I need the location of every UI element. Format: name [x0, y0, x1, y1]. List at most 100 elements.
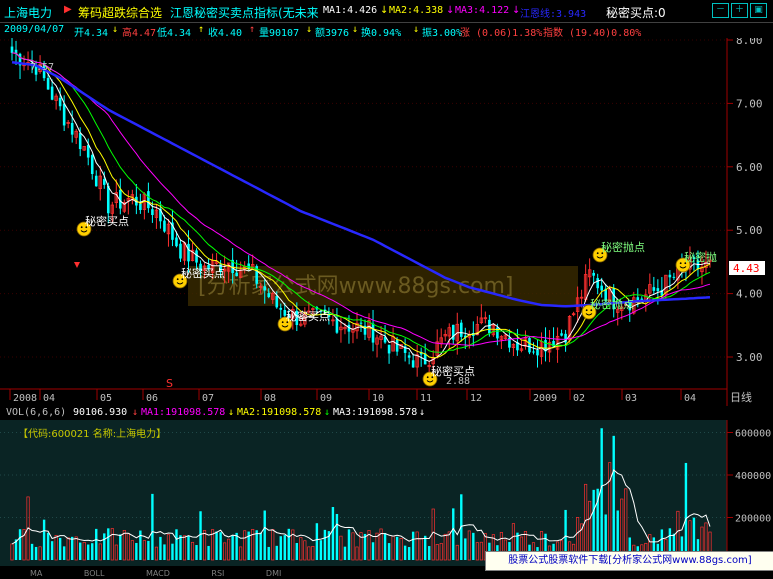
vol-value: 90106.930	[73, 407, 128, 418]
candle-body	[600, 285, 603, 291]
smiley-eye	[585, 309, 588, 312]
arrow-down-icon: ↓	[228, 407, 235, 418]
arrow-down-icon: ↓	[380, 5, 389, 16]
volume-bar	[600, 428, 603, 560]
candle-body	[275, 295, 279, 308]
volume-bar	[407, 547, 411, 560]
candle-body	[387, 344, 391, 354]
volume-bar	[103, 533, 106, 560]
signal-label: 秘密抛	[684, 250, 717, 264]
tab-ma[interactable]: MA	[20, 569, 52, 578]
secret-buy-value: 秘密买点:0	[606, 6, 666, 20]
candle-body	[187, 243, 190, 262]
time-axis: 2008 04 05 06 07 08 09 10 11 12 2009 02 03 04 日线	[9, 389, 752, 404]
candle-body	[235, 272, 238, 277]
time-axis-label: 05	[100, 393, 112, 404]
quote-low: 低4.34	[157, 28, 192, 39]
smiley-eye	[426, 376, 429, 379]
volume-axis-label: 200000	[735, 514, 771, 525]
candle-body	[139, 203, 142, 211]
volume-bar	[159, 536, 162, 560]
stock-name: 上海电力	[4, 6, 53, 20]
volume-bar	[235, 532, 238, 560]
tab-rsi[interactable]: RSI	[201, 569, 234, 578]
volume-bar	[207, 545, 210, 560]
price-axis-label: 7.00	[736, 97, 763, 110]
period-label: 日线	[730, 390, 752, 404]
candle-body	[459, 322, 463, 337]
time-axis-label: 02	[573, 393, 585, 404]
arrow-right-icon[interactable]: ▶	[64, 4, 72, 15]
volume-bar	[175, 529, 178, 560]
restore-icon[interactable]: ▣	[750, 3, 767, 18]
time-axis-label: 04	[43, 393, 55, 404]
volume-axis: 600000 400000 200000	[727, 429, 771, 525]
volume-bar	[147, 540, 150, 560]
signal-marker[interactable]: 秘密买点	[76, 214, 129, 237]
volume-bar	[315, 523, 319, 560]
volume-bar	[684, 462, 688, 560]
volume-chart[interactable]: 600000 400000 200000 【代码:600021 名称:上海电力】	[0, 420, 773, 566]
candle-body	[592, 272, 595, 276]
candle-body	[267, 293, 271, 298]
price-axis: 8.00 7.00 6.00 5.00 4.00 3.00	[727, 38, 763, 364]
volume-bar	[363, 533, 367, 560]
price-axis-label: 4.00	[736, 288, 763, 301]
candle-body	[163, 220, 166, 232]
volume-bar	[472, 532, 475, 560]
signal-marker[interactable]: 秘密抛	[675, 250, 717, 273]
volume-bar	[371, 542, 375, 560]
candle-body	[536, 349, 539, 356]
quote-amplitude: 振3.00%	[422, 28, 463, 39]
volume-bar	[187, 535, 190, 560]
volume-bar	[50, 541, 54, 560]
quote-info-bar: 2009/04/07 开4.34 ↓ 高4.47 低4.34 ↑ 收4.40 ↑…	[0, 22, 773, 39]
ma3-value: MA3:4.122	[455, 5, 510, 16]
minus-icon[interactable]: －	[712, 3, 729, 18]
candle-body	[90, 155, 94, 174]
signal-label: 秘密买点	[286, 309, 330, 323]
s-marker: S	[166, 377, 173, 390]
price-chart[interactable]: [分析家公式网www.88gs.com] 秘密买点秘密买点秘密买点秘密买点秘密抛…	[0, 38, 773, 406]
candle-body	[672, 276, 676, 278]
arrow-down-icon: ↓	[413, 24, 420, 35]
tab-macd[interactable]: MACD	[136, 569, 180, 578]
arrow-down-icon: ↓	[419, 407, 426, 418]
time-axis-label: 06	[146, 393, 158, 404]
candle-body	[50, 86, 54, 100]
arrow-down-icon: ↓	[352, 24, 359, 35]
candle-body	[656, 288, 660, 292]
vol-ma1: MA1:191098.578	[141, 407, 226, 418]
ma2-value: MA2:4.338	[389, 5, 444, 16]
volume-axis-label: 600000	[735, 429, 771, 440]
triangle-marker-icon	[74, 262, 80, 268]
current-price-tag: 4.43	[733, 262, 760, 275]
volume-bar	[287, 528, 290, 560]
signal-marker[interactable]: 秘密买点	[277, 309, 330, 332]
volume-bar	[107, 528, 110, 560]
candle-body	[359, 322, 363, 324]
candle-body	[78, 132, 82, 150]
candle-body	[395, 339, 399, 352]
tab-dmi[interactable]: DMI	[256, 569, 291, 578]
tab-boll[interactable]: BOLL	[74, 569, 115, 578]
candle-body	[175, 237, 178, 247]
volume-bar	[343, 546, 347, 560]
volume-bar	[259, 532, 262, 560]
plus-icon[interactable]: ＋	[731, 3, 748, 18]
time-axis-label: 03	[625, 393, 637, 404]
volume-bar	[403, 545, 407, 560]
vol-title: VOL(6,6,6)	[6, 407, 67, 418]
download-banner[interactable]: 股票公式股票软件下载[分析家公式网www.88gs.com]	[485, 551, 773, 571]
volume-bar	[592, 489, 595, 560]
volume-bar	[275, 545, 278, 560]
volume-bar	[18, 529, 22, 560]
candle-body	[279, 307, 283, 310]
signal-marker[interactable]: 秘密抛点	[592, 240, 645, 263]
high-price-label: 7.57	[30, 62, 54, 73]
volume-bar	[427, 546, 431, 560]
formula-name[interactable]: 筹码超跌综合选	[78, 4, 162, 21]
time-axis-label: 2009	[533, 393, 557, 404]
volume-bar	[179, 535, 182, 560]
volume-bar	[195, 545, 198, 560]
